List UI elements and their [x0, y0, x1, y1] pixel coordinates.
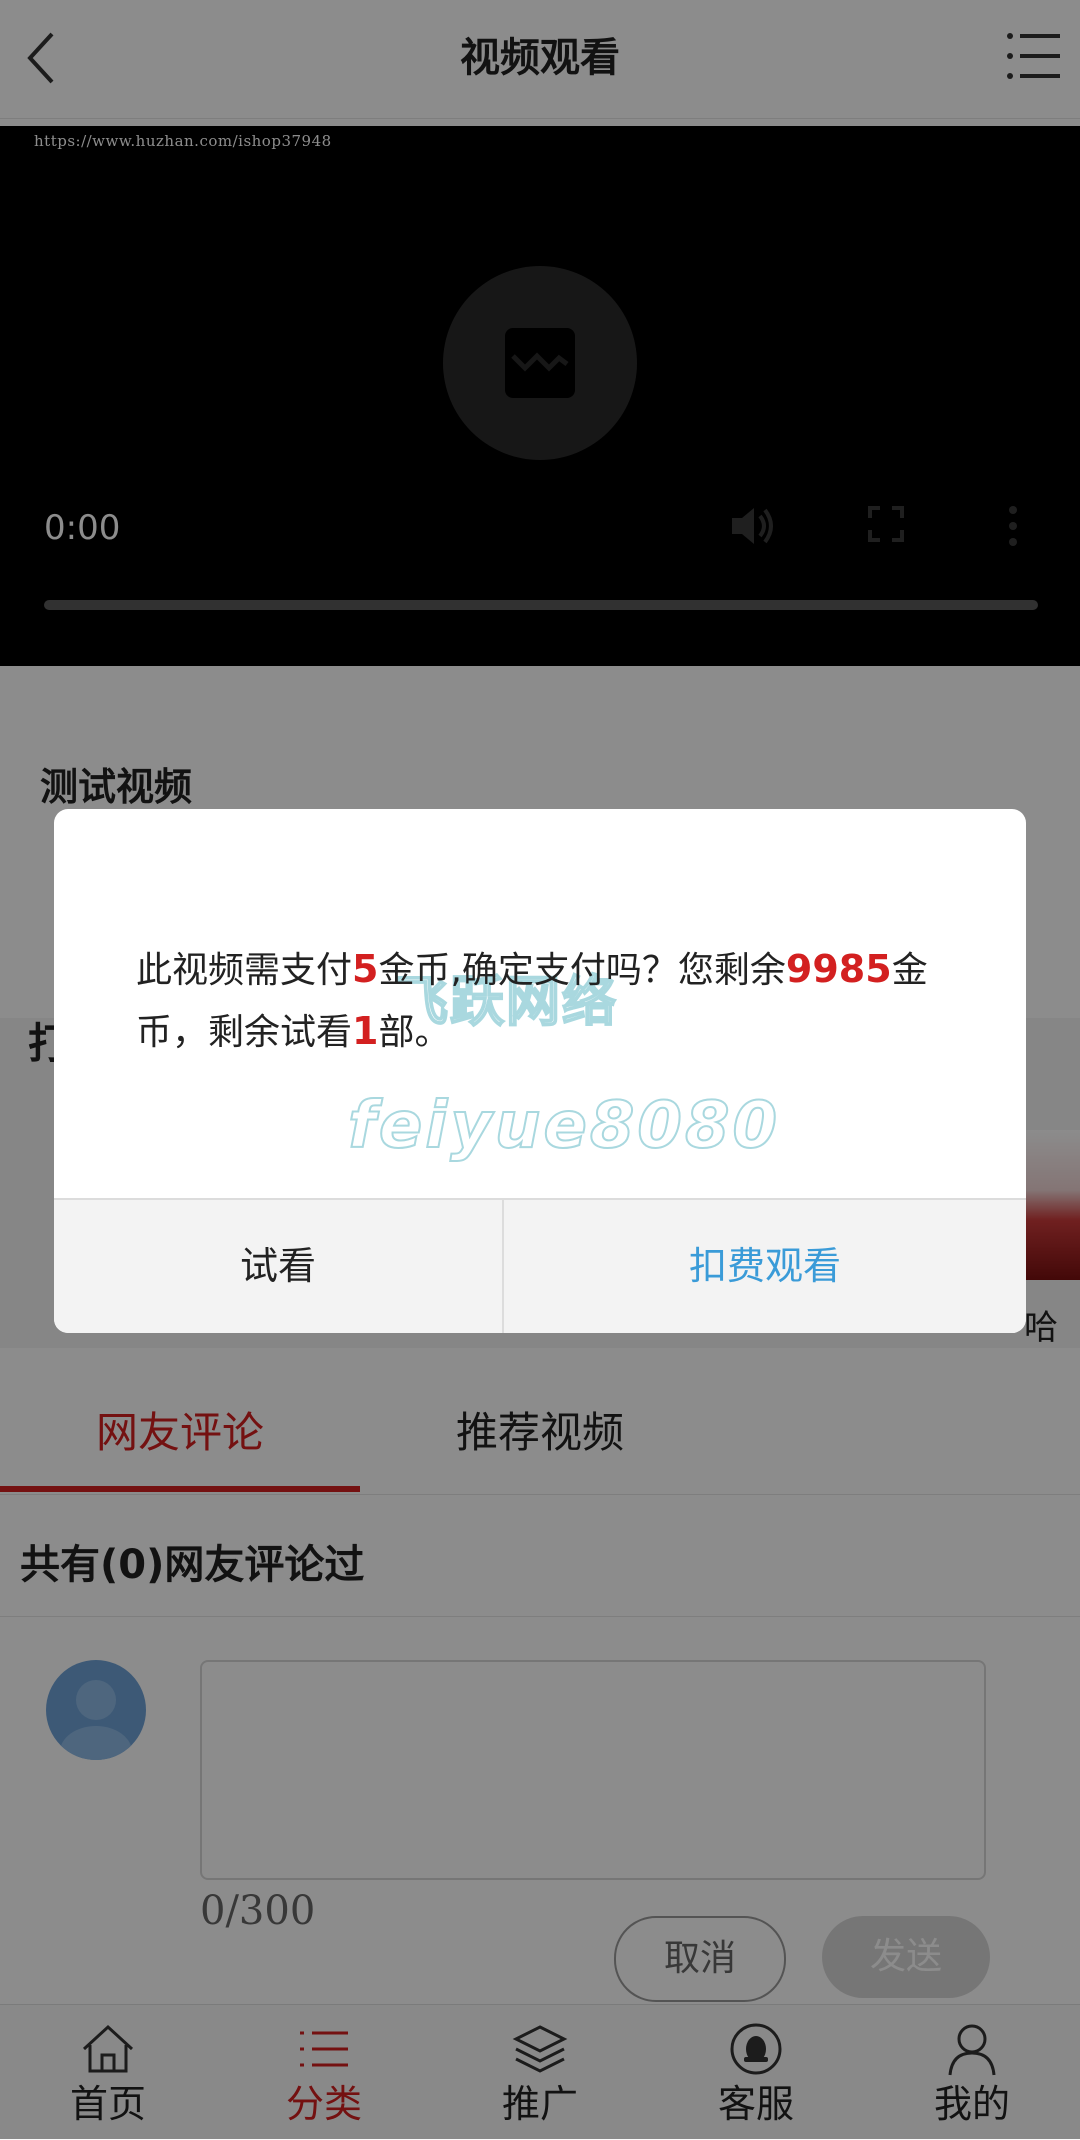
pay-watch-button[interactable]: 扣费观看 [504, 1200, 1026, 1333]
msg-text: 部。 [378, 1012, 451, 1053]
dialog-message: 此视频需支付5金币,确定支付吗？您剩余9985金币，剩余试看1部。 [136, 939, 956, 1063]
dialog-watermark-en: feiyue8080 [347, 1088, 780, 1164]
trial-watch-button[interactable]: 试看 [54, 1200, 502, 1333]
msg-text: 金币,确定支付吗？您剩余 [378, 950, 786, 991]
price-value: 5 [352, 947, 379, 991]
balance-value: 9985 [785, 947, 892, 991]
trials-value: 1 [352, 1009, 379, 1053]
msg-text: 此视频需支付 [136, 950, 353, 991]
payment-dialog: 飞跃网络 feiyue8080 此视频需支付5金币,确定支付吗？您剩余9985金… [54, 809, 1026, 1333]
